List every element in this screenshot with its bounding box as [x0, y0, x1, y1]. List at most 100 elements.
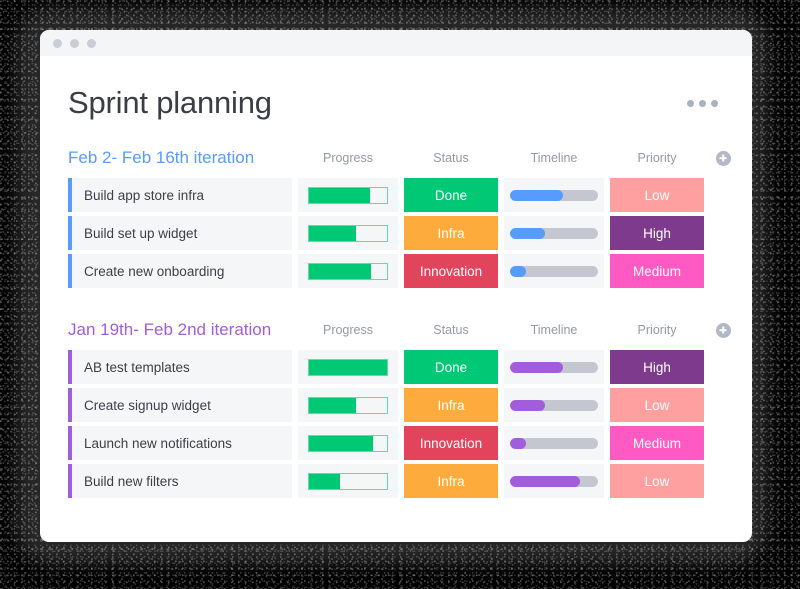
priority-badge[interactable]: Medium	[610, 426, 704, 461]
board-section: Jan 19th- Feb 2nd iteration Progress Statu…	[68, 318, 731, 499]
task-name-cell[interactable]: Launch new notifications	[68, 426, 292, 461]
kebab-menu-icon[interactable]	[687, 100, 718, 107]
close-dot-icon[interactable]	[53, 38, 62, 48]
section-header-row: Jan 19th- Feb 2nd iteration Progress Statu…	[68, 318, 731, 342]
progress-cell[interactable]	[298, 254, 398, 289]
timeline-cell[interactable]	[504, 350, 604, 385]
timeline-bar-fill	[510, 399, 546, 411]
screenshot-canvas: Sprint planning Feb 2- Feb 16th iteratio…	[0, 0, 800, 589]
add-column-cell	[710, 150, 736, 166]
timeline-bar-track	[510, 227, 598, 239]
progress-cell[interactable]	[298, 178, 398, 213]
task-name-label: Build new filters	[84, 473, 179, 489]
priority-badge[interactable]: Low	[610, 178, 704, 213]
task-name-label: Create new onboarding	[84, 263, 225, 279]
column-header-priority: Priority	[637, 323, 677, 338]
progress-bar-fill	[309, 187, 370, 203]
row-end-spacer	[710, 350, 736, 384]
progress-bar-fill	[309, 397, 356, 413]
row-end-spacer	[710, 388, 736, 422]
board-page: Sprint planning Feb 2- Feb 16th iteratio…	[40, 56, 752, 499]
timeline-bar-fill	[510, 475, 581, 487]
priority-badge[interactable]: High	[610, 350, 704, 385]
task-name-label: Build set up widget	[84, 225, 198, 241]
priority-badge[interactable]: High	[610, 216, 704, 251]
progress-bar-track	[308, 472, 388, 490]
kebab-dot-3-icon	[711, 100, 718, 107]
column-header-status: Status	[433, 323, 469, 338]
progress-cell[interactable]	[298, 388, 398, 423]
table-row[interactable]: Launch new notifications Innovation Medium	[68, 426, 718, 461]
task-name-cell[interactable]: AB test templates	[68, 350, 292, 385]
column-header-progress: Progress	[322, 323, 374, 338]
timeline-bar-track	[510, 475, 598, 487]
task-name-cell[interactable]: Build set up widget	[68, 216, 292, 251]
task-name-cell[interactable]: Build new filters	[68, 464, 292, 499]
timeline-bar-track	[510, 361, 598, 373]
progress-bar-track	[308, 396, 388, 414]
progress-bar-track	[308, 186, 388, 204]
timeline-cell[interactable]	[504, 254, 604, 289]
timeline-cell[interactable]	[504, 178, 604, 213]
progress-bar-track	[308, 262, 388, 280]
plus-circle-icon[interactable]	[715, 322, 731, 338]
status-badge[interactable]: Innovation	[404, 254, 498, 289]
table-row[interactable]: Build set up widget Infra High	[68, 216, 718, 251]
section-title: Feb 2- Feb 16th iteration	[68, 148, 255, 168]
status-badge[interactable]: Infra	[404, 388, 498, 423]
timeline-bar-fill	[510, 361, 563, 373]
progress-bar-fill	[309, 359, 387, 375]
row-end-spacer	[710, 426, 736, 460]
status-badge[interactable]: Infra	[404, 216, 498, 251]
table-row[interactable]: Create new onboarding Innovation Medium	[68, 254, 718, 289]
timeline-cell[interactable]	[504, 216, 604, 251]
table-row[interactable]: Create signup widget Infra Low	[68, 388, 718, 423]
task-name-cell[interactable]: Create new onboarding	[68, 254, 292, 289]
table-row[interactable]: Build app store infra Done Low	[68, 178, 718, 213]
progress-cell[interactable]	[298, 350, 398, 385]
status-badge[interactable]: Infra	[404, 464, 498, 499]
table-row[interactable]: Build new filters Infra Low	[68, 464, 718, 499]
window-titlebar	[40, 30, 752, 56]
board-section: Feb 2- Feb 16th iteration Progress Status T…	[68, 146, 731, 289]
timeline-cell[interactable]	[504, 464, 604, 499]
progress-cell[interactable]	[298, 464, 398, 499]
progress-bar-track	[308, 224, 388, 242]
maximize-dot-icon[interactable]	[87, 38, 96, 48]
task-name-label: Build app store infra	[84, 187, 205, 203]
add-column-cell	[710, 322, 736, 338]
timeline-bar-track	[510, 437, 598, 449]
task-name-cell[interactable]: Build app store infra	[68, 178, 292, 213]
kebab-dot-1-icon	[687, 100, 694, 107]
timeline-cell[interactable]	[504, 388, 604, 423]
kebab-dot-2-icon	[699, 100, 706, 107]
board-sections: Feb 2- Feb 16th iteration Progress Status T…	[68, 146, 731, 499]
task-name-label: Create signup widget	[84, 397, 211, 413]
row-end-spacer	[710, 216, 736, 250]
row-end-spacer	[710, 464, 736, 498]
progress-bar-fill	[309, 225, 356, 241]
task-name-label: Launch new notifications	[84, 435, 232, 451]
plus-circle-icon[interactable]	[715, 150, 731, 166]
status-badge[interactable]: Done	[404, 178, 498, 213]
timeline-cell[interactable]	[504, 426, 604, 461]
status-badge[interactable]: Innovation	[404, 426, 498, 461]
table-row[interactable]: AB test templates Done High	[68, 350, 718, 385]
priority-badge[interactable]: Low	[610, 464, 704, 499]
task-name-label: AB test templates	[84, 359, 190, 375]
section-title: Jan 19th- Feb 2nd iteration	[68, 320, 272, 340]
progress-cell[interactable]	[298, 426, 398, 461]
priority-badge[interactable]: Low	[610, 388, 704, 423]
timeline-bar-track	[510, 399, 598, 411]
timeline-bar-fill	[510, 227, 546, 239]
progress-bar-track	[308, 434, 388, 452]
task-name-cell[interactable]: Create signup widget	[68, 388, 292, 423]
priority-badge[interactable]: Medium	[610, 254, 704, 289]
minimize-dot-icon[interactable]	[70, 38, 79, 48]
timeline-bar-fill	[510, 265, 526, 277]
progress-cell[interactable]	[298, 216, 398, 251]
progress-bar-track	[308, 358, 388, 376]
timeline-bar-track	[510, 189, 598, 201]
row-end-spacer	[710, 178, 736, 212]
status-badge[interactable]: Done	[404, 350, 498, 385]
